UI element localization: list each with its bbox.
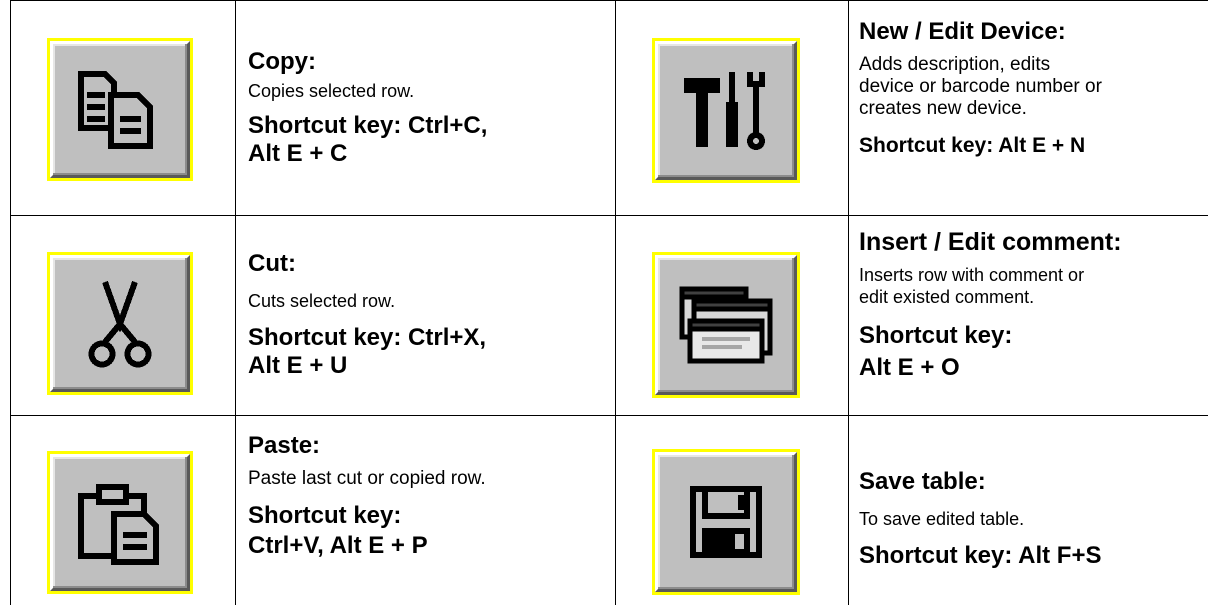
insert-edit-comment-description-line-1: Inserts row with comment or (859, 265, 1085, 285)
save-table-shortcut: Shortcut key: Alt F+S (859, 542, 1102, 569)
paste-description: Paste last cut or copied row. (248, 468, 486, 489)
new-edit-device-title: New / Edit Device: (859, 18, 1066, 45)
row-divider-1 (10, 215, 1208, 216)
paste-title: Paste: (248, 432, 321, 459)
paste-shortcut-line-1: Shortcut key: (248, 502, 402, 529)
column-divider-2 (615, 0, 616, 605)
insert-edit-comment-description-line-2: edit existed comment. (859, 287, 1035, 307)
save-table-title: Save table: (859, 468, 986, 495)
insert-edit-comment-shortcut-line-1: Shortcut key: (859, 322, 1013, 349)
new-edit-device-description-line-2: device or barcode number or (859, 76, 1102, 97)
new-edit-device-shortcut: Shortcut key: Alt E + N (859, 134, 1086, 157)
save-table-button[interactable] (652, 449, 800, 595)
copy-shortcut-line-2: Alt E + C (248, 140, 348, 167)
column-divider-1 (235, 0, 236, 605)
paste-button[interactable] (47, 451, 193, 594)
save-table-text-cell: Save table: To save edited table. Shortc… (859, 468, 1204, 570)
insert-edit-comment-button[interactable] (652, 252, 800, 398)
new-edit-device-button[interactable] (652, 38, 800, 183)
paste-icon (78, 483, 159, 565)
copy-title: Copy: (248, 48, 316, 75)
insert-edit-comment-shortcut-line-2: Alt E + O (859, 354, 960, 381)
scissors-icon (88, 280, 152, 367)
insert-edit-comment-text-cell: Insert / Edit comment: Inserts row with … (859, 228, 1204, 382)
tools-icon (684, 71, 765, 150)
copy-icon (78, 70, 153, 149)
column-divider-3 (848, 0, 849, 605)
cut-shortcut-line-1: Shortcut key: Ctrl+X, (248, 324, 487, 351)
table-border-top (10, 0, 1208, 1)
table-border-left (10, 0, 11, 605)
comment-icon (679, 286, 773, 364)
cut-text-cell: Cut: Cuts selected row. Shortcut key: Ct… (248, 250, 608, 380)
paste-text-cell: Paste: Paste last cut or copied row. Sho… (248, 432, 608, 560)
floppy-disk-icon (690, 486, 762, 558)
new-edit-device-description-line-1: Adds description, edits (859, 54, 1051, 75)
copy-button[interactable] (47, 38, 193, 181)
insert-edit-comment-title: Insert / Edit comment: (859, 228, 1122, 256)
copy-description: Copies selected row. (248, 81, 415, 101)
save-table-description: To save edited table. (859, 509, 1025, 529)
new-edit-device-description-line-3: creates new device. (859, 98, 1027, 119)
shortcut-reference-table: Copy: Copies selected row. Shortcut key:… (0, 0, 1208, 605)
cut-shortcut-line-2: Alt E + U (248, 352, 348, 379)
new-edit-device-text-cell: New / Edit Device: Adds description, edi… (859, 18, 1204, 160)
copy-text-cell: Copy: Copies selected row. Shortcut key:… (248, 48, 608, 168)
cut-description: Cuts selected row. (248, 291, 396, 311)
copy-shortcut-line-1: Shortcut key: Ctrl+C, (248, 112, 488, 139)
cut-button[interactable] (47, 252, 193, 395)
cut-title: Cut: (248, 250, 296, 277)
paste-shortcut-line-2: Ctrl+V, Alt E + P (248, 532, 428, 559)
row-divider-2 (10, 415, 1208, 416)
